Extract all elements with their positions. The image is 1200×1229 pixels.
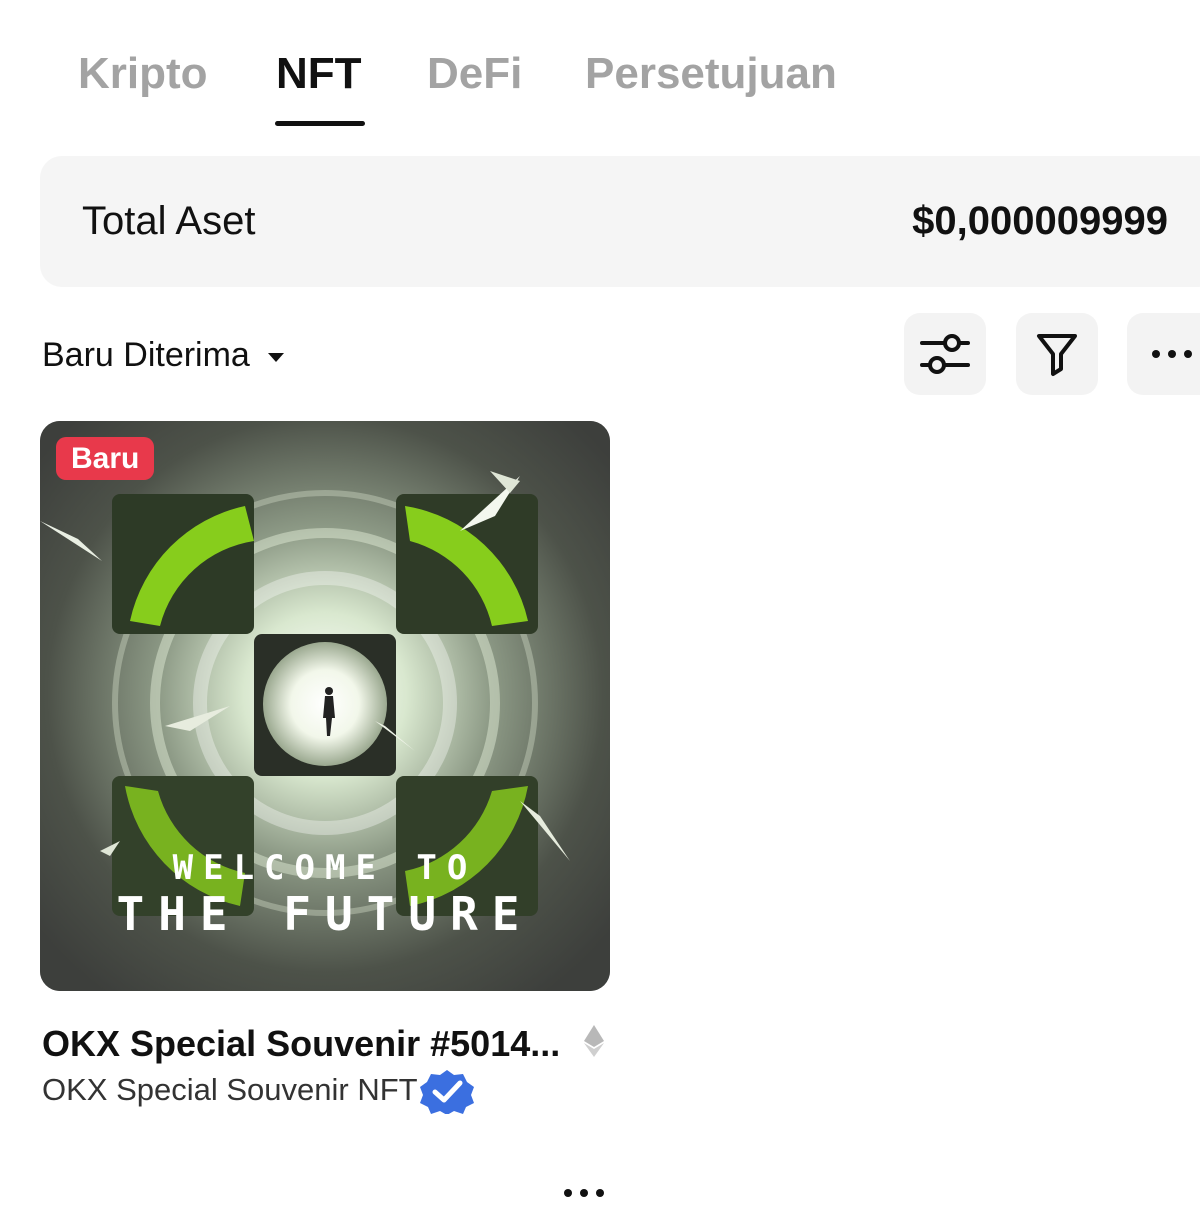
- total-assets-label: Total Aset: [82, 199, 256, 243]
- sort-label: Baru Diterima: [42, 336, 250, 374]
- artwork-line2: THE FUTURE: [117, 887, 534, 941]
- tab-kripto[interactable]: Kripto: [78, 44, 208, 104]
- more-options-button[interactable]: [1127, 313, 1200, 395]
- tab-persetujuan[interactable]: Persetujuan: [585, 44, 837, 104]
- nft-artwork: WELCOME TO THE FUTURE: [40, 421, 610, 991]
- tab-defi[interactable]: DeFi: [427, 44, 522, 104]
- more-icon: [1152, 350, 1192, 358]
- total-assets-card: Total Aset $0,000009999: [40, 156, 1200, 287]
- tab-nft[interactable]: NFT: [276, 44, 362, 104]
- nft-card[interactable]: WELCOME TO THE FUTURE Baru: [40, 421, 610, 991]
- load-more-icon: [564, 1189, 604, 1197]
- chevron-down-icon: [267, 352, 284, 362]
- filter-icon: [1037, 334, 1077, 376]
- total-assets-value: $0,000009999: [912, 199, 1168, 243]
- verified-badge-icon: [420, 1070, 474, 1114]
- tab-bar: Kripto NFT DeFi Persetujuan: [0, 0, 1200, 130]
- sliders-icon: [920, 334, 970, 374]
- new-badge: Baru: [56, 437, 155, 480]
- filter-button[interactable]: [1016, 313, 1098, 395]
- nft-collection-name[interactable]: OKX Special Souvenir NFT: [42, 1070, 418, 1110]
- active-tab-indicator: [275, 121, 365, 126]
- nft-title[interactable]: OKX Special Souvenir #5014...: [42, 1022, 560, 1066]
- sort-dropdown[interactable]: Baru Diterima: [42, 334, 284, 376]
- sliders-button[interactable]: [904, 313, 986, 395]
- artwork-line1: WELCOME TO: [173, 848, 478, 888]
- ethereum-icon: [584, 1025, 604, 1057]
